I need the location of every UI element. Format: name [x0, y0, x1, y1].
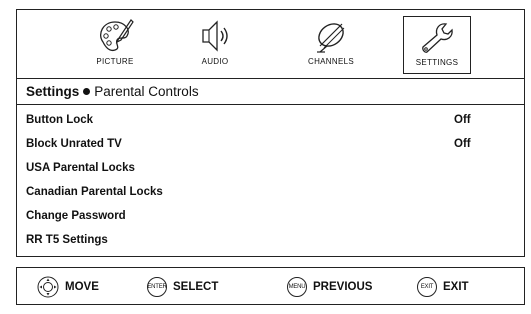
divider — [17, 78, 524, 79]
tab-channels-label: CHANNELS — [308, 57, 354, 66]
hint-select-label: SELECT — [173, 281, 219, 293]
tab-picture[interactable]: PICTURE — [81, 16, 149, 74]
tab-audio[interactable]: AUDIO — [181, 16, 249, 74]
wrench-icon — [422, 23, 453, 53]
dpad-icon — [37, 276, 59, 298]
bullet-dot-icon — [83, 88, 91, 96]
block-unrated-tv-value: Off — [454, 138, 471, 150]
enter-key-icon: ENTER — [147, 277, 167, 297]
hint-exit: EXIT EXIT — [417, 276, 469, 298]
tab-audio-label: AUDIO — [201, 57, 229, 66]
menu-item-usa-parental-locks[interactable]: USA Parental Locks — [26, 162, 135, 174]
tab-channels[interactable]: CHANNELS — [297, 16, 365, 74]
key-hint-bar: MOVE ENTER SELECT MENU PREVIOUS EXIT EXI… — [16, 267, 525, 305]
menu-item-change-password[interactable]: Change Password — [26, 210, 126, 222]
osd-frame: PICTURE AUDIO CHANNELS SETTINGS Settings… — [16, 9, 525, 305]
hint-previous: MENU PREVIOUS — [287, 276, 372, 298]
menu-item-canadian-parental-locks[interactable]: Canadian Parental Locks — [26, 186, 163, 198]
hint-move: MOVE — [37, 276, 99, 298]
speaker-icon — [202, 20, 228, 52]
divider — [17, 104, 524, 105]
breadcrumb-parent: Settings — [26, 84, 80, 99]
settings-panel: PICTURE AUDIO CHANNELS SETTINGS Settings… — [16, 9, 525, 257]
tab-picture-label: PICTURE — [96, 57, 134, 66]
exit-key-icon: EXIT — [417, 277, 437, 297]
satellite-dish-icon — [317, 23, 345, 53]
breadcrumb: Settings Parental Controls — [26, 84, 199, 99]
tab-settings-label: SETTINGS — [415, 58, 459, 67]
breadcrumb-current: Parental Controls — [94, 84, 199, 99]
palette-icon — [100, 19, 134, 52]
menu-key-icon: MENU — [287, 277, 307, 297]
hint-previous-label: PREVIOUS — [313, 281, 373, 293]
tab-settings[interactable]: SETTINGS — [403, 16, 471, 74]
hint-exit-label: EXIT — [443, 281, 469, 293]
menu-item-rr-t5-settings[interactable]: RR T5 Settings — [26, 234, 108, 246]
button-lock-value: Off — [454, 114, 471, 126]
menu-item-block-unrated-tv[interactable]: Block Unrated TV — [26, 138, 122, 150]
menu-item-button-lock[interactable]: Button Lock — [26, 114, 93, 126]
hint-select: ENTER SELECT — [147, 276, 218, 298]
hint-move-label: MOVE — [65, 281, 99, 293]
tab-bar: PICTURE AUDIO CHANNELS SETTINGS — [17, 10, 524, 78]
